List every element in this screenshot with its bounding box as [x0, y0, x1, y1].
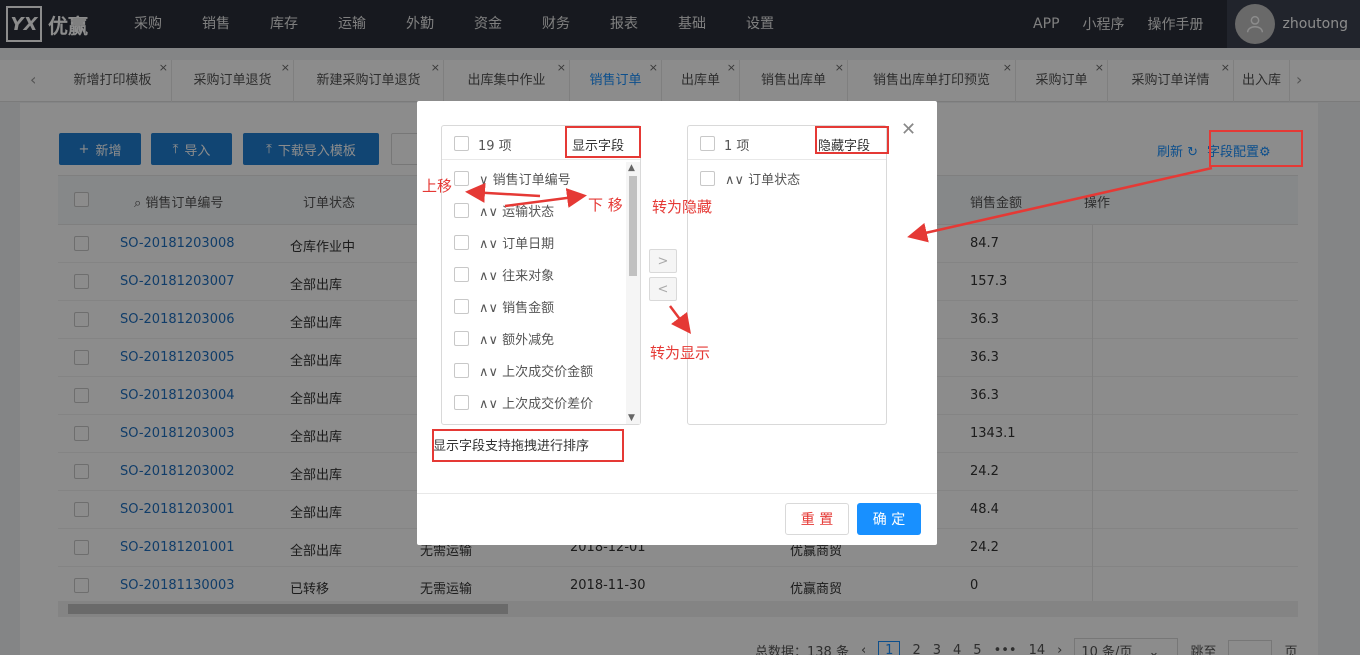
field-label: ∧∨ 运输状态 — [479, 204, 555, 220]
field-label: ∧∨ 订单状态 — [725, 172, 801, 188]
field-checkbox[interactable] — [454, 330, 469, 346]
select-all-visible-checkbox[interactable] — [454, 136, 469, 151]
visible-fields-count: 19 项 — [478, 139, 512, 154]
reset-button[interactable]: 重 置 — [785, 503, 849, 535]
visible-field-item[interactable]: ∧∨ 销售金额 — [454, 296, 554, 316]
field-checkbox[interactable] — [454, 170, 469, 186]
field-label: ∨ 销售订单编号 — [479, 172, 571, 188]
annotation-box-hidden-title — [815, 126, 889, 154]
hidden-fields-count: 1 项 — [724, 139, 750, 154]
close-icon[interactable]: ✕ — [901, 119, 916, 140]
field-checkbox[interactable] — [454, 298, 469, 314]
field-checkbox[interactable] — [454, 394, 469, 410]
annotation-box-visible-title — [565, 126, 641, 158]
field-label: ∧∨ 上次成交价金额 — [479, 364, 594, 380]
annotation-move-down: 下 移 — [588, 196, 623, 214]
annotation-to-visible: 转为显示 — [650, 344, 711, 362]
visible-field-item[interactable]: ∧∨ 上次成交价差价 — [454, 392, 593, 412]
field-checkbox[interactable] — [454, 234, 469, 250]
visible-field-item[interactable]: ∧∨ 额外减免 — [454, 328, 554, 348]
confirm-button[interactable]: 确 定 — [857, 503, 921, 535]
annotation-box-field-config — [1209, 130, 1303, 167]
field-checkbox[interactable] — [700, 170, 715, 186]
hidden-fields-panel: 1 项 隐藏字段 ∧∨ 订单状态 — [687, 125, 887, 425]
visible-fields-panel: 19 项 显示字段 ∨ 销售订单编号 ∧∨ 运输状态 ∧∨ 订单日期 ∧∨ 往来… — [441, 125, 641, 425]
field-label: ∧∨ 销售金额 — [479, 300, 555, 316]
field-checkbox[interactable] — [454, 266, 469, 282]
field-checkbox[interactable] — [454, 362, 469, 378]
field-label: ∧∨ 额外减免 — [479, 332, 555, 348]
fields-scrollbar[interactable]: ▲ ▼ — [626, 162, 640, 424]
annotation-move-up: 上移 — [422, 177, 453, 195]
field-label: ∧∨ 订单日期 — [479, 236, 555, 252]
visible-field-item[interactable]: ∧∨ 订单日期 — [454, 232, 554, 252]
field-label: ∧∨ 往来对象 — [479, 268, 555, 284]
scrollbar-thumb[interactable] — [629, 176, 637, 276]
annotation-box-drag-hint — [432, 429, 624, 462]
field-config-modal: ✕ 19 项 显示字段 ∨ 销售订单编号 ∧∨ 运输状态 ∧∨ 订单日期 ∧∨ … — [417, 101, 937, 545]
move-to-hidden-button[interactable]: > — [649, 249, 677, 273]
modal-footer-divider — [417, 493, 937, 494]
select-all-hidden-checkbox[interactable] — [700, 136, 715, 151]
scroll-up-icon[interactable]: ▲ — [628, 163, 635, 173]
visible-field-item[interactable]: ∧∨ 运输状态 — [454, 200, 554, 220]
move-to-visible-button[interactable]: < — [649, 277, 677, 301]
visible-field-item[interactable]: ∧∨ 往来对象 — [454, 264, 554, 284]
hidden-field-item[interactable]: ∧∨ 订单状态 — [700, 168, 800, 188]
field-checkbox[interactable] — [454, 202, 469, 218]
visible-field-item[interactable]: ∨ 销售订单编号 — [454, 168, 571, 188]
scroll-down-icon[interactable]: ▼ — [628, 413, 635, 423]
annotation-to-hidden: 转为隐藏 — [652, 198, 713, 216]
visible-field-item[interactable]: ∧∨ 上次成交价金额 — [454, 360, 593, 380]
field-label: ∧∨ 上次成交价差价 — [479, 396, 594, 412]
